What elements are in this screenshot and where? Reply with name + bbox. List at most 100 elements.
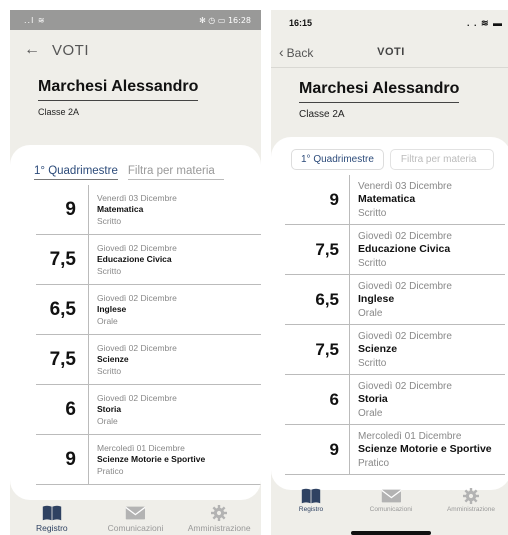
grade-type: Scritto — [358, 207, 387, 219]
grade-subject: Matematica — [358, 193, 416, 206]
grade-date: Giovedì 02 Dicembre — [97, 343, 177, 354]
gear-icon — [463, 488, 479, 504]
grade-info: Venerdì 03 Dicembre Matematica Scritto — [88, 185, 261, 235]
grade-row[interactable]: 7,5 Giovedì 02 Dicembre Scienze Scritto — [285, 325, 505, 375]
grade-info: Giovedì 02 Dicembre Educazione Civica Scri… — [349, 225, 505, 275]
period-selector[interactable]: 1° Quadrimestre — [34, 165, 118, 180]
student-class: Classe 2A — [299, 109, 345, 120]
grade-date: Giovedì 02 Dicembre — [358, 231, 452, 243]
grade-info: Giovedì 02 Dicembre Storia Orale — [88, 385, 261, 435]
grade-type: Pratico — [97, 465, 124, 476]
grades-list: 9 Venerdì 03 Dicembre Matematica Scritto 7,5… — [10, 185, 261, 485]
nav-bar: ← VOTI — [10, 30, 261, 70]
grade-date: Venerdì 03 Dicembre — [97, 193, 177, 204]
subject-filter-input[interactable]: Filtra per materia — [127, 165, 224, 180]
grade-value: 9 — [65, 449, 76, 470]
back-button[interactable]: ‹ Back — [279, 44, 313, 60]
grade-date: Mercoledì 01 Dicembre — [358, 431, 462, 443]
grade-value: 6 — [329, 390, 339, 409]
filters: 1° Quadrimestre Filtra per materia — [271, 137, 508, 170]
grade-type: Scritto — [358, 257, 387, 269]
tab-label: Comunicazioni — [369, 506, 413, 513]
grade-date: Giovedì 02 Dicembre — [97, 393, 177, 404]
tab-label: Comunicazioni — [107, 523, 164, 533]
grade-value: 7,5 — [49, 349, 76, 370]
filters: 1° Quadrimestre Filtra per materia — [10, 145, 261, 180]
grade-row[interactable]: 9 Mercoledì 01 Dicembre Scienze Motorie e … — [285, 425, 505, 475]
tab-label: Registro — [36, 523, 68, 533]
grade-subject: Scienze Motorie e Sportive — [358, 443, 492, 456]
grade-date: Giovedì 02 Dicembre — [358, 281, 452, 293]
tab-comunicazioni[interactable]: Comunicazioni — [94, 505, 178, 535]
grade-row[interactable]: 6,5 Giovedì 02 Dicembre Inglese Orale — [285, 275, 505, 325]
grade-type: Scritto — [97, 265, 122, 276]
grades-list: 9 Venerdì 03 Dicembre Matematica Scritto 7,5… — [271, 175, 508, 475]
grade-value: 9 — [65, 199, 76, 220]
grade-row[interactable]: 9 Venerdì 03 Dicembre Matematica Scritto — [285, 175, 505, 225]
status-time: 16:15 — [289, 18, 313, 28]
grade-info: Mercoledì 01 Dicembre Scienze Motorie e S… — [349, 425, 505, 475]
grade-row[interactable]: 6 Giovedì 02 Dicembre Storia Orale — [285, 375, 505, 425]
tab-label: Amministrazione — [187, 523, 251, 533]
tab-comunicazioni[interactable]: Comunicazioni — [351, 488, 431, 518]
grade-value: 7,5 — [49, 249, 76, 270]
grade-row[interactable]: 6 Giovedì 02 Dicembre Storia Orale — [36, 385, 261, 435]
envelope-icon — [381, 488, 402, 504]
book-icon — [301, 488, 321, 504]
grade-value: 9 — [329, 440, 339, 459]
grade-subject: Educazione Civica — [97, 254, 172, 265]
status-bar: ..l ≋ ✻ ◷ ▭ 16:28 — [10, 10, 261, 30]
tab-registro[interactable]: Registro — [271, 488, 351, 518]
status-right: ✻ ◷ ▭ 16:28 — [199, 16, 251, 25]
grade-subject: Storia — [358, 393, 388, 406]
nav-bar: ‹ Back VOTI — [271, 36, 508, 68]
tab-registro[interactable]: Registro — [10, 505, 94, 535]
grade-date: Giovedì 02 Dicembre — [97, 293, 177, 304]
grade-subject: Scienze — [358, 343, 398, 356]
grade-type: Orale — [358, 307, 383, 319]
grade-info: Giovedì 02 Dicembre Storia Orale — [349, 375, 505, 425]
grade-row[interactable]: 9 Venerdì 03 Dicembre Matematica Scritto — [36, 185, 261, 235]
back-arrow-icon[interactable]: ← — [24, 41, 52, 59]
grade-value: 7,5 — [315, 340, 339, 359]
grades-card: 1° Quadrimestre Filtra per materia 9 Vene… — [10, 145, 261, 500]
grade-subject: Educazione Civica — [358, 243, 451, 256]
grade-date: Venerdì 03 Dicembre — [358, 181, 452, 193]
back-label: Back — [286, 45, 314, 60]
grade-subject: Inglese — [97, 304, 127, 315]
grade-type: Scritto — [97, 215, 122, 226]
status-bar: 16:15 . . ≋ ▬ — [271, 10, 508, 36]
tab-amministrazione[interactable]: Amministrazione — [177, 505, 261, 535]
status-time: 16:28 — [227, 15, 251, 25]
grade-value: 7,5 — [315, 240, 339, 259]
student-class: Classe 2A — [38, 107, 80, 117]
grade-type: Pratico — [358, 457, 390, 469]
tab-amministrazione[interactable]: Amministrazione — [431, 488, 508, 518]
grade-type: Orale — [97, 415, 118, 426]
grade-value: 6 — [65, 399, 76, 420]
grade-info: Giovedì 02 Dicembre Scienze Scritto — [349, 325, 505, 375]
grade-row[interactable]: 7,5 Giovedì 02 Dicembre Educazione Civica S… — [36, 235, 261, 285]
grade-type: Scritto — [358, 357, 387, 369]
grade-date: Giovedì 02 Dicembre — [358, 381, 452, 393]
status-icons: . . ≋ ▬ — [466, 17, 503, 28]
grade-subject: Matematica — [97, 204, 144, 215]
grade-value: 6,5 — [49, 299, 76, 320]
grade-row[interactable]: 7,5 Giovedì 02 Dicembre Scienze Scritto — [36, 335, 261, 385]
grade-type: Orale — [358, 407, 383, 419]
row-divider — [36, 484, 261, 485]
grade-info: Mercoledì 01 Dicembre Scienze Motorie e S… — [88, 435, 261, 485]
grade-subject: Scienze — [97, 354, 129, 365]
grade-type: Scritto — [97, 365, 122, 376]
grade-row[interactable]: 6,5 Giovedì 02 Dicembre Inglese Orale — [36, 285, 261, 335]
book-icon — [42, 505, 62, 521]
period-selector[interactable]: 1° Quadrimestre — [291, 149, 384, 170]
grade-subject: Inglese — [358, 293, 395, 306]
subject-filter-input[interactable]: Filtra per materia — [389, 149, 494, 170]
home-indicator — [351, 531, 431, 535]
grade-row[interactable]: 9 Mercoledì 01 Dicembre Scienze Motorie e … — [36, 435, 261, 485]
tab-label: Registro — [298, 506, 324, 513]
grade-row[interactable]: 7,5 Giovedì 02 Dicembre Educazione Civica S… — [285, 225, 505, 275]
gear-icon — [211, 505, 228, 521]
tab-label: Amministrazione — [446, 506, 496, 513]
